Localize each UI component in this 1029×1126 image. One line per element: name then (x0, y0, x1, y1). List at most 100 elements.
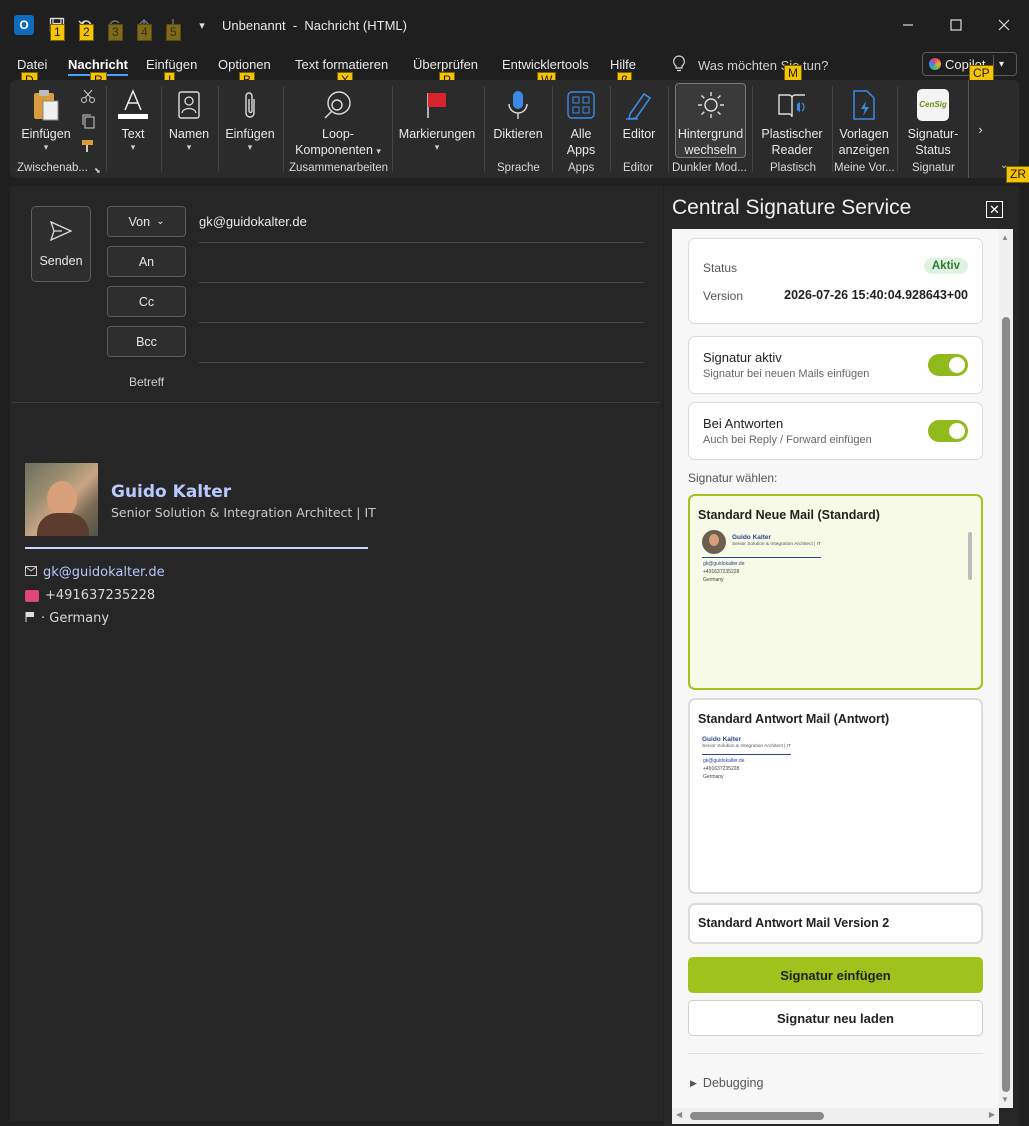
send-label: Senden (39, 253, 83, 268)
copy-icon[interactable] (80, 113, 96, 132)
flags-label: Markierungen (398, 127, 476, 141)
insert-signature-button[interactable]: Signatur einfügen (688, 957, 983, 993)
chevron-down-icon: ⌄ (156, 216, 165, 227)
version-value: 2026-07-26 15:40:04.928643+00 (784, 288, 968, 302)
cc-button[interactable]: Cc (107, 286, 186, 317)
bcc-label: Bcc (136, 334, 157, 349)
to-field[interactable] (199, 247, 644, 281)
reply-card: Bei Antworten Auch bei Reply / Forward e… (688, 402, 983, 460)
loop-label-2: Komponenten (295, 143, 373, 157)
tab-hilfe[interactable]: Hilfe (610, 57, 636, 72)
tab-datei[interactable]: Datei (17, 57, 47, 72)
keytip-4: 4 (137, 24, 152, 41)
signature-avatar (25, 463, 98, 536)
option-title: Standard Neue Mail (Standard) (698, 508, 880, 522)
tab-einfuegen[interactable]: Einfügen (146, 57, 197, 72)
paste-button[interactable]: Einfügen ▾ (20, 86, 72, 152)
tell-me-text: Was möchten Sie tun? (698, 58, 829, 73)
editor-button[interactable]: Editor (616, 86, 662, 142)
censig-logo-icon: CenSig (917, 89, 949, 121)
mail-icon (25, 565, 37, 580)
panel-title: Central Signature Service (672, 196, 912, 219)
phone-icon (25, 589, 39, 602)
bg-label-2: wechseln (684, 143, 737, 157)
maximize-button[interactable] (933, 10, 979, 40)
customize-qat-icon[interactable]: ▾ (189, 12, 215, 38)
immersive-reader-button[interactable]: Plastischer Reader (758, 86, 826, 158)
cc-field[interactable] (199, 287, 644, 321)
version-label: Version (703, 289, 744, 303)
attach-button[interactable]: Einfügen ▾ (224, 86, 276, 152)
to-button[interactable]: An (107, 246, 186, 277)
all-apps-button[interactable]: Alle Apps (558, 86, 604, 158)
from-button[interactable]: Von ⌄ (107, 206, 186, 237)
format-painter-icon[interactable] (80, 138, 96, 157)
tell-me-search[interactable]: Was möchten Sie tun? (672, 55, 828, 76)
signature-option-standard[interactable]: Standard Neue Mail (Standard) Guido Kalt… (688, 494, 983, 690)
copilot-dropdown-icon[interactable]: ▾ (999, 59, 1004, 70)
tab-optionen[interactable]: Optionen (218, 57, 271, 72)
view-templates-button[interactable]: Vorlagen anzeigen (836, 86, 892, 158)
templates-label-1: Vorlagen (839, 127, 889, 141)
group-meine-vorlagen: Meine Vor... (834, 162, 895, 174)
panel-close-icon[interactable]: ✕ (986, 201, 1003, 218)
reload-signature-button[interactable]: Signatur neu laden (688, 1000, 983, 1036)
close-window-button[interactable] (981, 10, 1027, 40)
tab-nachricht[interactable]: Nachricht (68, 57, 128, 76)
panel-divider (688, 1053, 983, 1054)
ribbon-scroll-right-icon[interactable]: › (968, 80, 992, 178)
horizontal-scroll-thumb[interactable] (690, 1112, 824, 1120)
vertical-scroll-thumb[interactable] (1002, 317, 1010, 1092)
choose-signature-label: Signatur wählen: (688, 471, 778, 485)
keytip-2: 2 (79, 24, 94, 41)
signature-status-button[interactable]: CenSig Signatur- Status (903, 86, 963, 158)
signature-phone: +491637235228 (45, 588, 156, 603)
send-button[interactable]: Senden (31, 206, 91, 282)
tab-ueberpruefen[interactable]: Überprüfen (413, 57, 478, 72)
sigstatus-label-2: Status (915, 143, 951, 157)
signature-location-row: · Germany (25, 611, 109, 626)
subject-field[interactable] (199, 366, 644, 400)
sig-active-toggle[interactable] (928, 354, 968, 376)
group-zusammenarbeiten: Zusammenarbeiten (289, 162, 389, 174)
flags-button[interactable]: Markierungen ▾ (398, 86, 476, 152)
copilot-icon (929, 58, 941, 70)
mini-avatar (702, 530, 726, 554)
signature-role: Senior Solution & Integration Architect … (111, 505, 376, 520)
group-dark-mode: Dunkler Mod... (672, 162, 747, 174)
debugging-toggle[interactable]: ▶ Debugging (690, 1076, 763, 1090)
minimize-button[interactable] (885, 10, 931, 40)
attach-label: Einfügen (225, 127, 275, 141)
from-label: Von (128, 214, 151, 229)
signature-option-reply-v2[interactable]: Standard Antwort Mail Version 2 (688, 903, 983, 944)
mini-scrollbar[interactable] (968, 532, 972, 580)
names-button[interactable]: Namen ▾ (167, 86, 211, 152)
text-button[interactable]: Text ▾ (111, 86, 155, 152)
group-signatur: Signatur (912, 162, 955, 174)
dialog-launcher-icon[interactable]: ⬊ (94, 166, 101, 175)
text-label: Text (121, 127, 145, 141)
reply-toggle[interactable] (928, 420, 968, 442)
tab-text-formatieren[interactable]: Text formatieren (295, 57, 388, 72)
to-label: An (138, 254, 155, 269)
flag-small-icon (25, 611, 35, 626)
sig-active-title: Signatur aktiv (703, 350, 782, 365)
signature-option-reply[interactable]: Standard Antwort Mail (Antwort) Guido Ka… (688, 698, 983, 894)
text-format-icon (115, 86, 151, 124)
switch-background-button[interactable]: Hintergrund wechseln (675, 86, 746, 158)
panel-horizontal-scrollbar[interactable]: ◀ ▶ (672, 1108, 999, 1124)
panel-vertical-scrollbar[interactable]: ▲ ▼ (999, 229, 1013, 1108)
cut-icon[interactable] (80, 88, 96, 107)
dictate-button[interactable]: Diktieren (490, 86, 546, 142)
bcc-button[interactable]: Bcc (107, 326, 186, 357)
keytip-5: 5 (166, 24, 181, 41)
names-label: Namen (168, 127, 210, 141)
group-zwischenablage: Zwischenab... (17, 162, 88, 174)
reader-book-icon (774, 86, 810, 124)
loop-components-button[interactable]: Loop- Komponenten ▾ (292, 86, 384, 158)
sig-active-sub: Signatur bei neuen Mails einfügen (703, 368, 870, 380)
tab-entwicklertools[interactable]: Entwicklertools (502, 57, 589, 72)
mini-role: Senior Solution & Integration Architect … (732, 542, 821, 547)
bcc-field[interactable] (199, 327, 644, 361)
signature-email[interactable]: gk@guidokalter.de (43, 565, 165, 580)
